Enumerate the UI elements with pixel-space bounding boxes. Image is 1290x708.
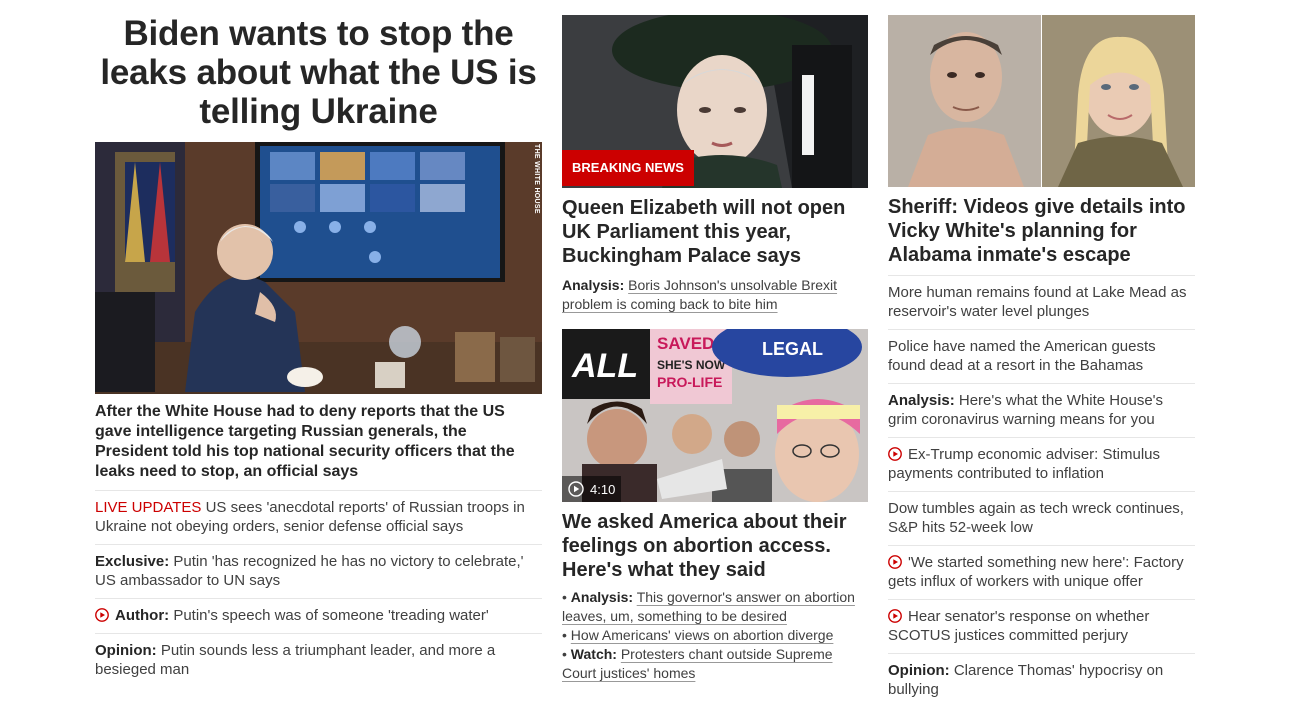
- middle-column: BREAKING NEWS Queen Elizabeth will not o…: [562, 0, 868, 683]
- sheriff-story-title[interactable]: Sheriff: Videos give details into Vicky …: [888, 195, 1195, 276]
- play-video-icon: [95, 608, 109, 622]
- bullet-prefix: Analysis:: [570, 589, 634, 605]
- related-links-list: LIVE UPDATES US sees 'anecdotal reports'…: [95, 491, 542, 687]
- svg-text:SAVED: SAVED: [657, 334, 714, 353]
- live-updates-label: LIVE UPDATES: [95, 499, 202, 516]
- list-item-opinion[interactable]: Opinion: Putin sounds less a triumphant …: [95, 634, 542, 687]
- bullet-link-watch: • Watch: Protesters chant outside Suprem…: [562, 645, 868, 683]
- list-item-stimulus-video[interactable]: Ex-Trump economic adviser: Stimulus paym…: [888, 438, 1195, 492]
- bullet-dot: •: [562, 646, 571, 662]
- hero-image-biden[interactable]: THE WHITE HOUSE: [95, 142, 542, 394]
- list-item-prefix: Author:: [115, 607, 170, 624]
- svg-text:SHE'S NOW: SHE'S NOW: [657, 358, 726, 372]
- hero-illustration: [95, 142, 542, 394]
- breaking-news-badge: BREAKING NEWS: [562, 150, 694, 186]
- list-item-thomas-opinion[interactable]: Opinion: Clarence Thomas' hypocrisy on b…: [888, 654, 1195, 707]
- queen-story-title-text: Queen Elizabeth will not open UK Parliam…: [562, 197, 846, 267]
- abortion-related-links: • Analysis: This governor's answer on ab…: [562, 588, 868, 683]
- list-item-text: 'We started something new here': Factory…: [888, 554, 1184, 590]
- list-item-prefix: Opinion:: [888, 662, 950, 679]
- queen-story-title[interactable]: Queen Elizabeth will not open UK Parliam…: [562, 196, 868, 268]
- protesters-watch-link[interactable]: Watch: Protesters chant outside Supreme …: [562, 646, 833, 681]
- photo-credit: THE WHITE HOUSE: [533, 144, 540, 214]
- abortion-story-title[interactable]: We asked America about their feelings on…: [562, 510, 868, 582]
- video-duration-badge: 4:10: [562, 476, 622, 502]
- bullet-text: How Americans' views on abortion diverge: [570, 627, 834, 643]
- svg-text:LEGAL: LEGAL: [762, 339, 823, 359]
- mugshots-image[interactable]: [888, 15, 1195, 187]
- list-item-author-video[interactable]: Author: Putin's speech was of someone 't…: [95, 599, 542, 634]
- list-item-prefix: Exclusive:: [95, 553, 170, 570]
- list-item-prefix: Analysis:: [888, 392, 955, 409]
- mugshots-illustration: [888, 15, 1195, 187]
- main-story-lede-text: After the White House had to deny report…: [95, 403, 515, 480]
- svg-text:ALL: ALL: [571, 347, 638, 385]
- governor-analysis-link[interactable]: Analysis: This governor's answer on abor…: [562, 589, 855, 624]
- analysis-label: Analysis:: [562, 277, 625, 293]
- list-item-text: More human remains found at Lake Mead as…: [888, 284, 1187, 320]
- bullet-prefix: Watch:: [570, 646, 617, 662]
- bullet-link-views: • How Americans' views on abortion diver…: [562, 626, 868, 645]
- abortion-story-title-text: We asked America about their feelings on…: [562, 511, 847, 581]
- main-headline-text: Biden wants to stop the leaks about what…: [100, 14, 537, 131]
- queen-elizabeth-image[interactable]: BREAKING NEWS: [562, 15, 868, 188]
- list-item-text: Hear senator's response on whether SCOTU…: [888, 608, 1150, 644]
- abortion-protest-video[interactable]: ALL SAVED SHE'S NOW PRO-LIFE LEGAL 4:10: [562, 329, 868, 502]
- list-item-bahamas[interactable]: Police have named the American guests fo…: [888, 330, 1195, 384]
- queen-analysis-link: Analysis: Boris Johnson's unsolvable Bre…: [562, 276, 868, 314]
- list-item-dow[interactable]: Dow tumbles again as tech wreck continue…: [888, 492, 1195, 546]
- play-video-icon: [888, 609, 902, 623]
- list-item-prefix: Opinion:: [95, 642, 157, 659]
- play-video-icon: [888, 555, 902, 569]
- play-video-icon: [888, 447, 902, 461]
- list-item-text: Putin's speech was of someone 'treading …: [169, 607, 489, 624]
- list-item-lake-mead[interactable]: More human remains found at Lake Mead as…: [888, 276, 1195, 330]
- main-story-column: Biden wants to stop the leaks about what…: [95, 0, 542, 687]
- list-item-text: Police have named the American guests fo…: [888, 338, 1156, 374]
- svg-text:PRO-LIFE: PRO-LIFE: [657, 374, 722, 390]
- play-circle-icon: [568, 481, 584, 497]
- list-item-factory-video[interactable]: 'We started something new here': Factory…: [888, 546, 1195, 600]
- list-item-senator-video[interactable]: Hear senator's response on whether SCOTU…: [888, 600, 1195, 654]
- bullet-dot: •: [562, 589, 571, 605]
- brexit-analysis-link[interactable]: Analysis: Boris Johnson's unsolvable Bre…: [562, 277, 837, 312]
- sheriff-story-title-text: Sheriff: Videos give details into Vicky …: [888, 196, 1186, 266]
- video-duration: 4:10: [590, 481, 616, 497]
- right-column: Sheriff: Videos give details into Vicky …: [888, 0, 1195, 707]
- main-headline[interactable]: Biden wants to stop the leaks about what…: [95, 14, 542, 142]
- list-item-exclusive[interactable]: Exclusive: Putin 'has recognized he has …: [95, 545, 542, 599]
- list-item-covid-analysis[interactable]: Analysis: Here's what the White House's …: [888, 384, 1195, 438]
- views-diverge-link[interactable]: How Americans' views on abortion diverge: [571, 627, 834, 643]
- bullet-dot: •: [562, 627, 571, 643]
- main-story-lede[interactable]: After the White House had to deny report…: [95, 402, 542, 491]
- list-item-live-updates[interactable]: LIVE UPDATES US sees 'anecdotal reports'…: [95, 491, 542, 545]
- list-item-text: Ex-Trump economic adviser: Stimulus paym…: [888, 446, 1161, 482]
- bullet-link-analysis: • Analysis: This governor's answer on ab…: [562, 588, 868, 626]
- right-headline-list: More human remains found at Lake Mead as…: [888, 276, 1195, 707]
- list-item-text: Dow tumbles again as tech wreck continue…: [888, 500, 1184, 536]
